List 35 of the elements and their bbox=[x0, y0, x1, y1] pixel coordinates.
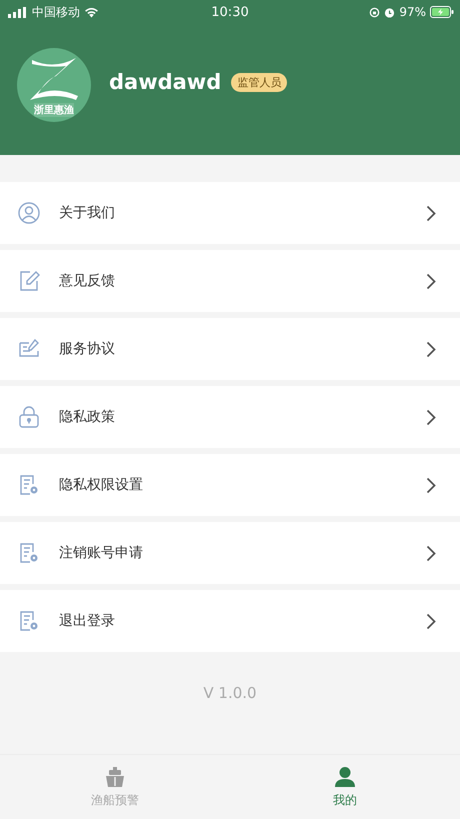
person-icon bbox=[334, 766, 356, 788]
menu-item[interactable]: 意见反馈 bbox=[0, 250, 460, 312]
battery-icon bbox=[430, 6, 454, 18]
menu-item[interactable]: 注销账号申请 bbox=[0, 522, 460, 584]
battery-percent: 97% bbox=[399, 5, 426, 19]
chevron-right-icon bbox=[426, 544, 436, 562]
chevron-right-icon bbox=[426, 204, 436, 222]
tab-item[interactable]: 我的 bbox=[230, 755, 460, 819]
ship-icon bbox=[104, 766, 126, 788]
document-gear-icon bbox=[18, 542, 40, 564]
status-time: 10:30 bbox=[211, 4, 249, 20]
menu-item[interactable]: 退出登录 bbox=[0, 590, 460, 652]
menu-item[interactable]: 服务协议 bbox=[0, 318, 460, 380]
chevron-right-icon bbox=[426, 272, 436, 290]
menu-item[interactable]: 关于我们 bbox=[0, 182, 460, 244]
rotation-lock-icon bbox=[369, 6, 380, 18]
logo-text: 浙里惠渔 bbox=[34, 103, 74, 117]
chevron-right-icon bbox=[426, 476, 436, 494]
edit-icon bbox=[18, 270, 40, 292]
menu-item[interactable]: 隐私政策 bbox=[0, 386, 460, 448]
document-gear-icon bbox=[18, 610, 40, 632]
chevron-right-icon bbox=[426, 408, 436, 426]
chevron-right-icon bbox=[426, 340, 436, 358]
chevron-right-icon bbox=[426, 612, 436, 630]
carrier-name: 中国移动 bbox=[32, 4, 80, 20]
menu-item[interactable]: 隐私权限设置 bbox=[0, 454, 460, 516]
lock-icon bbox=[18, 406, 40, 428]
signal-icon bbox=[8, 6, 28, 18]
wifi-icon bbox=[84, 6, 99, 18]
document-gear-icon bbox=[18, 474, 40, 496]
role-badge: 监管人员 bbox=[231, 72, 288, 92]
user-icon bbox=[18, 202, 40, 224]
alarm-icon bbox=[384, 6, 396, 18]
version-text: V 1.0.0 bbox=[203, 684, 257, 702]
username: dawdawd bbox=[109, 70, 222, 94]
